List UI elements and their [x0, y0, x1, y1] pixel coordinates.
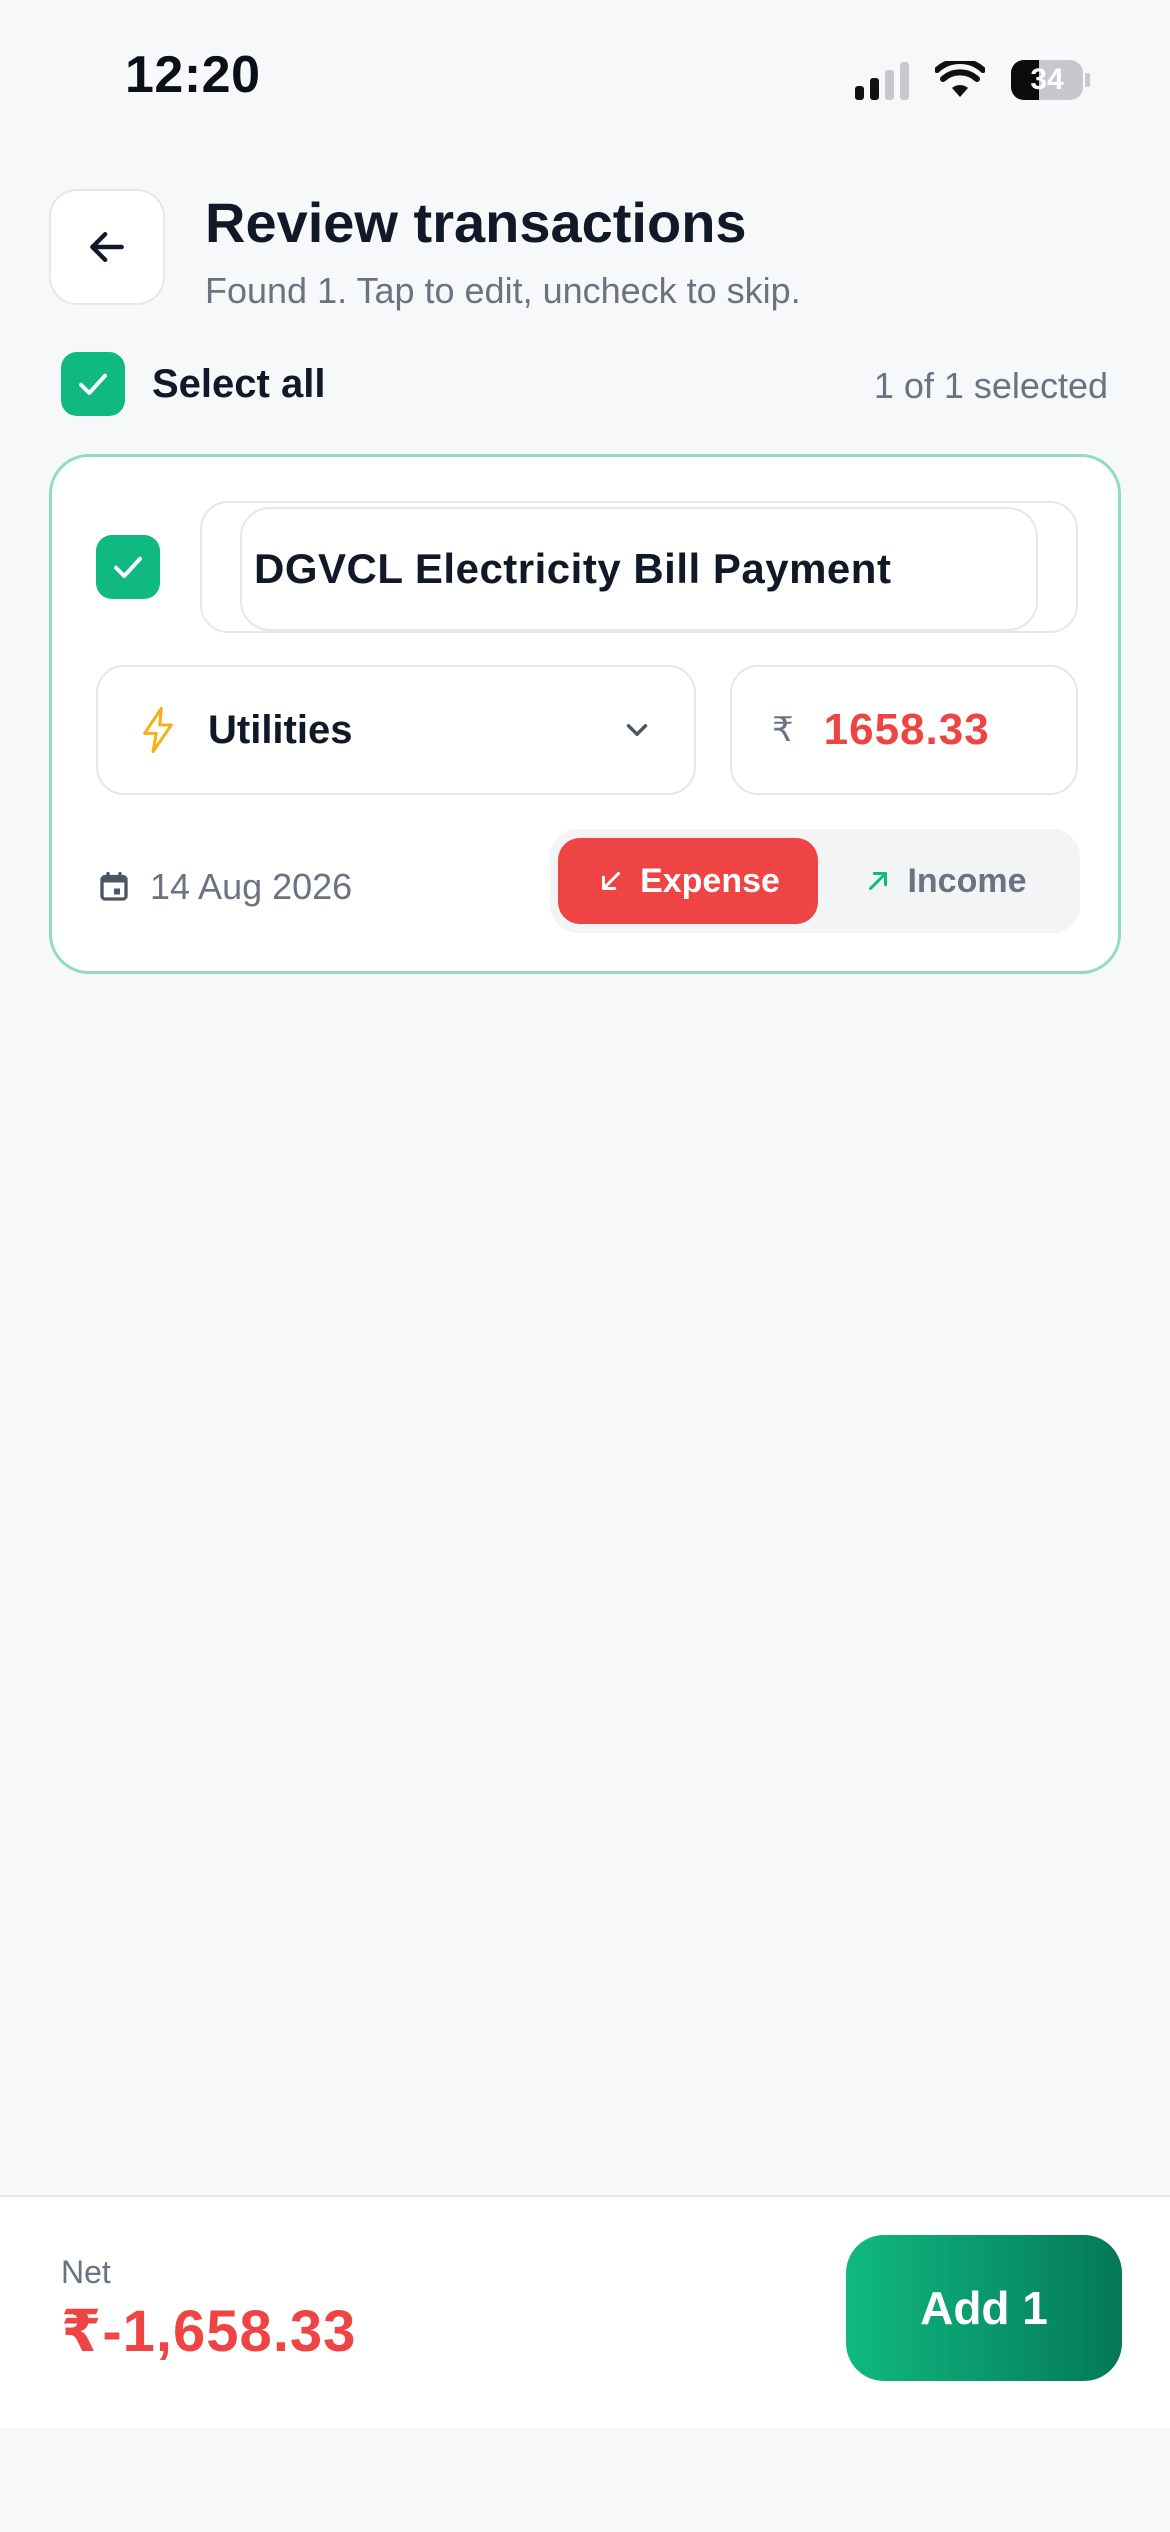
calendar-icon — [100, 871, 128, 901]
date-picker[interactable]: 14 Aug 2026 — [96, 857, 352, 917]
status-time: 12:20 — [125, 46, 261, 104]
bottom-summary-bar: Net ₹-1,658.33 Add 1 — [0, 2195, 1170, 2428]
expense-toggle-button[interactable]: Expense — [558, 838, 818, 924]
arrow-left-icon — [90, 231, 124, 263]
select-all-checkbox[interactable] — [61, 352, 125, 416]
transaction-checkbox[interactable] — [96, 535, 160, 599]
checkmark-icon — [114, 556, 142, 578]
net-value: ₹-1,658.33 — [61, 2299, 357, 2364]
transaction-card: DGVCL Electricity Bill Payment Utilities… — [49, 454, 1121, 974]
income-label: Income — [907, 861, 1027, 900]
wifi-icon — [935, 61, 985, 97]
transaction-type-toggle: Expense Income — [550, 829, 1080, 933]
expense-label: Expense — [640, 861, 780, 900]
battery-percent: 34 — [1030, 63, 1064, 96]
transaction-title-input[interactable]: DGVCL Electricity Bill Payment — [240, 507, 1038, 631]
income-toggle-button[interactable]: Income — [818, 838, 1072, 924]
currency-symbol: ₹ — [772, 711, 794, 749]
checkmark-icon — [79, 373, 107, 395]
amount-input[interactable]: ₹ 1658.33 — [730, 665, 1078, 795]
select-all-label[interactable]: Select all — [152, 362, 325, 407]
page-subtitle: Found 1. Tap to edit, uncheck to skip. — [205, 270, 801, 311]
back-button[interactable] — [49, 189, 165, 305]
amount-value: 1658.33 — [823, 705, 990, 754]
transaction-date: 14 Aug 2026 — [150, 866, 353, 907]
add-transactions-button[interactable]: Add 1 — [846, 2235, 1122, 2381]
arrow-down-left-icon — [602, 872, 621, 890]
category-dropdown[interactable]: Utilities — [96, 665, 696, 795]
transaction-title-field[interactable]: DGVCL Electricity Bill Payment — [200, 501, 1078, 633]
lightning-icon — [143, 706, 173, 754]
status-icons: 34 — [855, 55, 1090, 105]
arrow-up-right-icon — [869, 872, 888, 890]
cellular-signal-icon — [855, 60, 909, 100]
net-label: Net — [61, 2254, 111, 2290]
category-label: Utilities — [208, 707, 353, 752]
battery-icon: 34 — [1011, 60, 1090, 100]
page-title: Review transactions — [205, 191, 747, 254]
chevron-down-icon — [626, 724, 648, 736]
selected-count: 1 of 1 selected — [873, 365, 1108, 406]
